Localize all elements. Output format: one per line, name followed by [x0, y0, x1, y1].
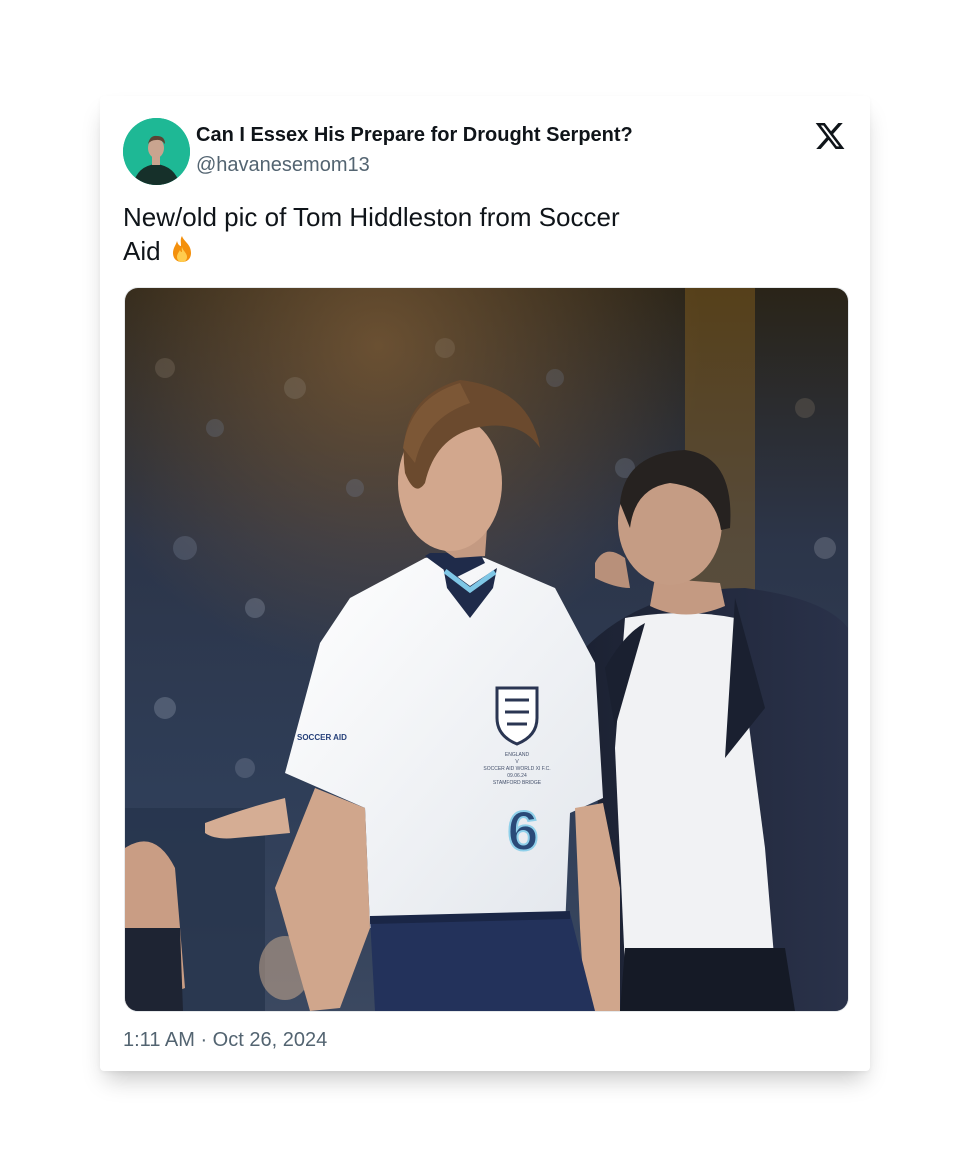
shirt-line-3: SOCCER AID WORLD XI F.C.: [483, 766, 550, 772]
shirt-line-1: ENGLAND: [505, 752, 530, 758]
tweet-text: New/old pic of Tom Hiddleston from Socce…: [123, 200, 623, 268]
tweet-body: New/old pic of Tom Hiddleston from Socce…: [123, 202, 620, 266]
sleeve-text: SOCCER AID: [297, 733, 347, 742]
shirt-number: 6: [507, 799, 538, 862]
tweet-card: Can I Essex His Prepare for Drought Serp…: [100, 96, 870, 1071]
avatar-image: [123, 118, 190, 185]
shirt-line-4: 09.06.24: [507, 773, 527, 779]
tweet-photo[interactable]: ENGLAND V SOCCER AID WORLD XI F.C. 09.06…: [124, 287, 849, 1012]
timestamp[interactable]: 1:11 AM · Oct 26, 2024: [123, 1029, 327, 1052]
shirt-line-5: STAMFORD BRIDGE: [493, 780, 542, 786]
x-logo-icon[interactable]: [814, 120, 846, 152]
display-name[interactable]: Can I Essex His Prepare for Drought Serp…: [196, 124, 633, 147]
fire-icon: [167, 234, 197, 264]
user-handle[interactable]: @havanesemom13: [196, 154, 370, 177]
avatar[interactable]: [123, 118, 190, 185]
